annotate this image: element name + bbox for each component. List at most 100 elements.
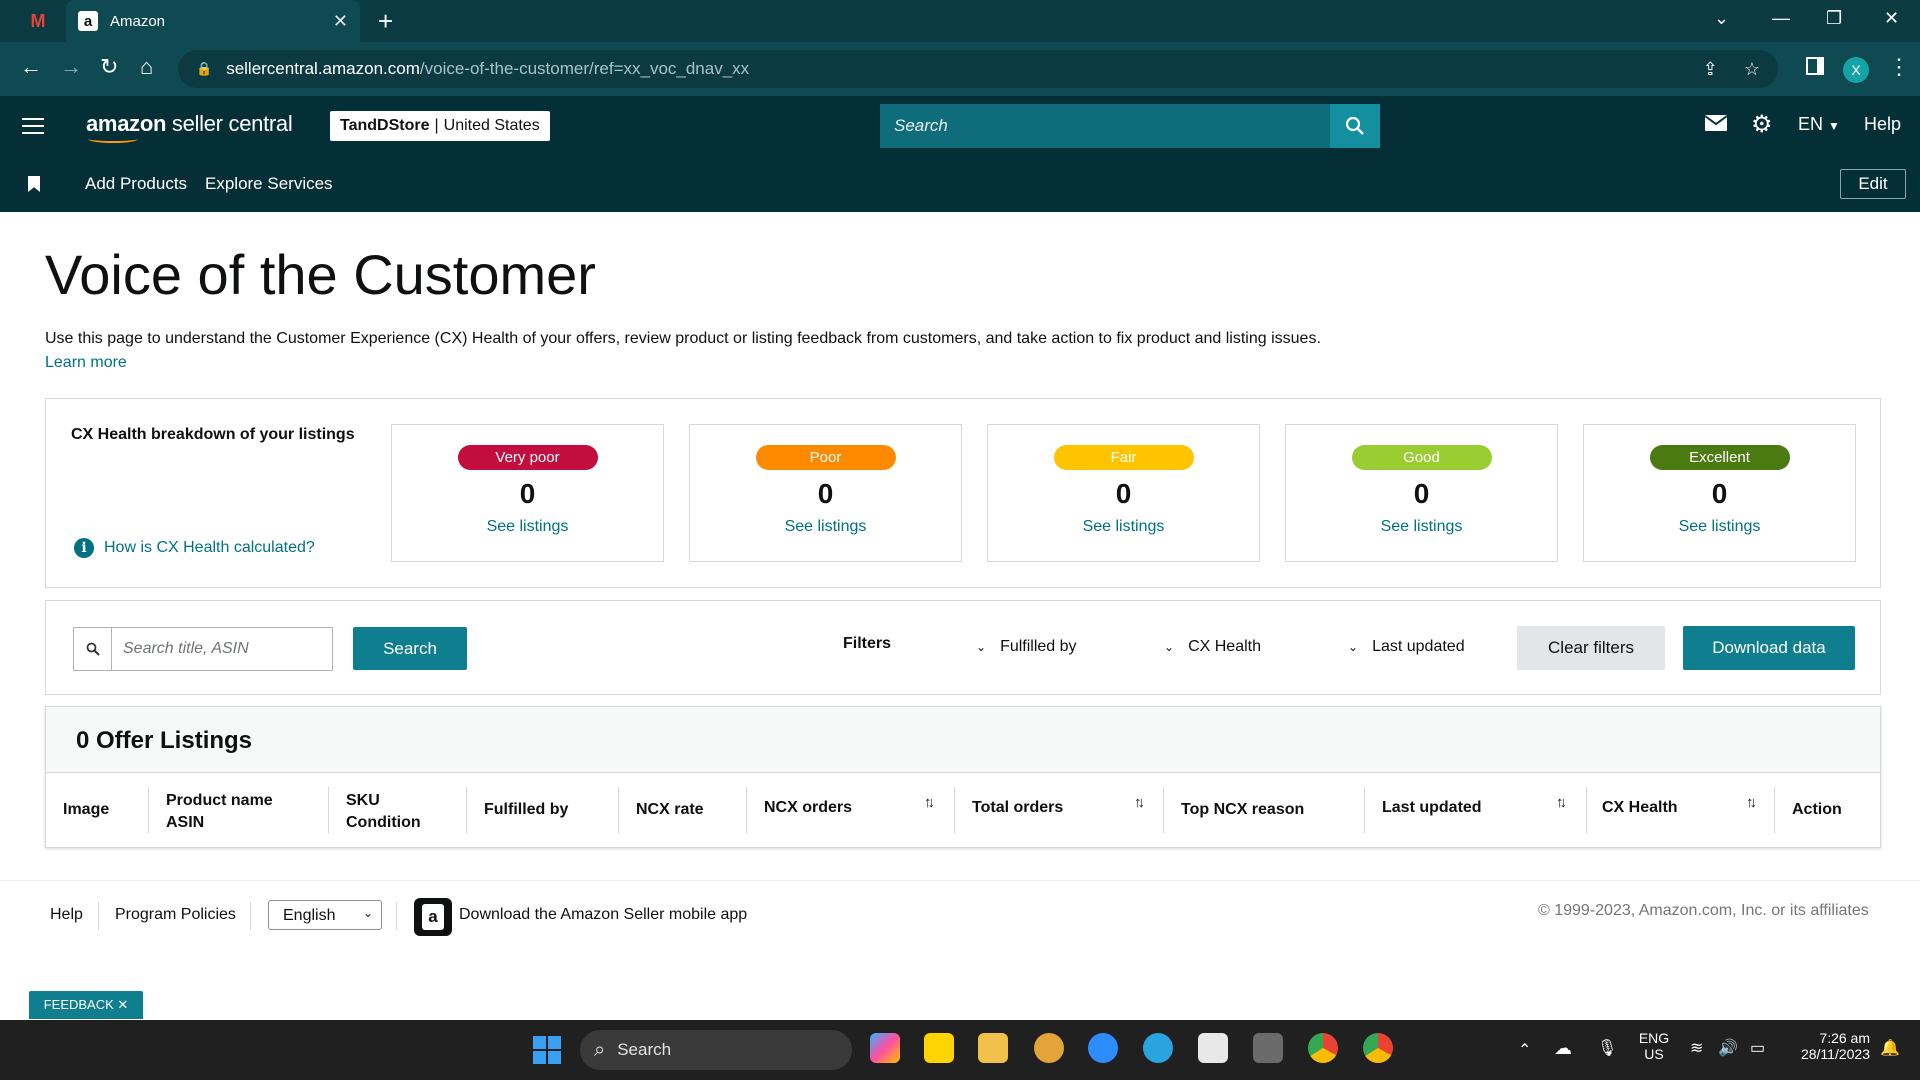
download-app-link[interactable]: Download the Amazon Seller mobile app [459,906,747,924]
notifications-bell-icon[interactable]: 🔔 [1880,1038,1900,1058]
sort-cx-health-icon[interactable]: ↑↓ [1746,794,1757,811]
forward-icon[interactable]: → [60,54,82,80]
seller-central-logo[interactable]: amazon seller central [86,111,293,143]
header-search-button[interactable] [1330,104,1380,148]
footer-language-value: English [283,907,336,924]
microphone-icon[interactable]: 🎙 [1597,1038,1617,1058]
clock[interactable]: 7:26 am 28/11/2023 [1790,1030,1870,1062]
share-icon[interactable]: ⇪ [1703,59,1718,80]
health-badge: Good [1351,445,1492,470]
minimize-icon[interactable]: — [1772,8,1790,29]
last-updated-filter[interactable]: ⌄ Last updated [1348,638,1465,656]
gmail-tab[interactable]: M [24,10,52,32]
volume-icon[interactable]: 🔊 [1718,1038,1738,1058]
fulfilled-by-filter[interactable]: ⌄ Fulfilled by [976,638,1077,656]
see-listings-link[interactable]: See listings [1584,518,1855,536]
battery-icon[interactable]: ▭ [1750,1038,1765,1058]
language-selector[interactable]: EN ▼ [1798,114,1840,135]
profile-avatar[interactable]: X [1843,57,1869,83]
onedrive-icon[interactable]: ☁ [1554,1038,1572,1059]
tab-amazon[interactable]: a Amazon ✕ [66,0,360,42]
sort-ncx-orders-icon[interactable]: ↑↓ [924,794,935,811]
offer-listings-panel: 0 Offer Listings Image Product name ASIN … [45,706,1881,848]
download-data-button[interactable]: Download data [1683,626,1855,670]
input-language[interactable]: ENG US [1638,1030,1670,1062]
header-help-link[interactable]: Help [1864,114,1901,135]
chrome-profile-icon[interactable] [1363,1033,1393,1063]
health-count: 0 [817,478,834,509]
hamburger-menu-icon[interactable] [22,118,44,134]
chrome-icon[interactable] [1308,1033,1338,1063]
snipping-tool-icon[interactable] [1198,1033,1228,1063]
copilot-icon[interactable] [870,1033,900,1063]
chevron-down-icon: ⌄ [1348,640,1359,654]
windows-start-icon[interactable] [533,1036,561,1064]
see-listings-link[interactable]: See listings [988,518,1259,536]
store-switcher[interactable]: TandDStore | United States [330,111,550,141]
health-card-good: Good 0 See listings [1285,424,1558,562]
mail-icon[interactable] [1704,113,1728,138]
cx-health-breakdown-panel: CX Health breakdown of your listings i H… [45,398,1881,588]
sort-last-updated-icon[interactable]: ↑↓ [1556,794,1567,811]
home-icon[interactable]: ⌂ [140,54,153,80]
health-count: 0 [1115,478,1132,509]
col-condition-label: Condition [346,814,421,831]
zoom-icon[interactable] [1088,1033,1118,1063]
search-button[interactable]: Search [353,627,467,670]
footer-help-link[interactable]: Help [50,906,83,924]
seller-app-icon[interactable]: a [414,898,452,936]
language-code: EN [1798,114,1824,134]
reload-icon[interactable]: ↻ [100,54,118,80]
cx-health-help-link[interactable]: i How is CX Health calculated? [74,538,315,558]
new-tab-icon[interactable]: + [378,6,393,37]
bookmark-star-icon[interactable]: ☆ [1744,59,1760,80]
tray-overflow-icon[interactable]: ⌃ [1518,1040,1531,1060]
col-ncx-rate: NCX rate [636,801,704,818]
edit-nav-button[interactable]: Edit [1840,169,1906,199]
cx-health-help-text: How is CX Health calculated? [104,539,315,556]
app-icon[interactable] [1034,1033,1064,1063]
search-icon: ⌕ [594,1038,606,1061]
taskbar-search[interactable]: ⌕ Search [580,1030,852,1070]
sort-total-orders-icon[interactable]: ↑↓ [1134,794,1145,811]
browser-menu-icon[interactable]: ⋮ [1888,54,1910,80]
cx-health-breakdown-title: CX Health breakdown of your listings [71,426,355,443]
listing-search-input[interactable]: Search title, ASIN [73,627,333,671]
logo-rest-text: seller central [166,111,293,136]
restore-icon[interactable]: ❐ [1826,8,1842,29]
side-panel-icon[interactable] [1806,57,1824,75]
back-icon[interactable]: ← [20,54,42,80]
header-search-input[interactable]: Search [880,104,1380,148]
health-card-excellent: Excellent 0 See listings [1583,424,1856,562]
address-bar[interactable]: 🔒 sellercentral.amazon.com /voice-of-the… [178,50,1778,88]
see-listings-link[interactable]: See listings [690,518,961,536]
wifi-icon[interactable]: ≋ [1690,1038,1703,1058]
settings-gear-icon[interactable]: ⚙ [1751,110,1773,139]
url-path: /voice-of-the-customer/ref=xx_voc_dnav_x… [419,59,750,78]
page-description: Use this page to understand the Customer… [45,330,1321,347]
tab-search-chevron-icon[interactable]: ⌄ [1714,8,1729,29]
nav-explore-services[interactable]: Explore Services [205,174,333,194]
see-listings-link[interactable]: See listings [392,518,663,536]
feedback-tab[interactable]: FEEDBACK ✕ [29,991,143,1019]
footer-language-select[interactable]: English ⌄ [268,900,382,930]
learn-more-link[interactable]: Learn more [45,354,127,372]
file-explorer-icon[interactable] [978,1033,1008,1063]
tab-title: Amazon [110,12,166,30]
sticky-notes-icon[interactable] [924,1033,954,1063]
taskbar-search-label: Search [617,1040,672,1059]
see-listings-link[interactable]: See listings [1286,518,1557,536]
clear-filters-button[interactable]: Clear filters [1517,626,1665,670]
telegram-icon[interactable] [1143,1033,1173,1063]
col-action: Action [1792,801,1842,818]
health-count: 0 [1711,478,1728,509]
calculator-icon[interactable] [1253,1033,1283,1063]
store-region: United States [443,117,540,134]
cx-health-filter[interactable]: ⌄ CX Health [1164,638,1261,656]
window-close-icon[interactable]: ✕ [1884,8,1899,29]
close-tab-icon[interactable]: ✕ [333,11,348,32]
nav-add-products[interactable]: Add Products [85,174,187,194]
bookmark-icon[interactable] [28,176,40,192]
filters-label: Filters [843,635,892,652]
program-policies-link[interactable]: Program Policies [115,906,236,924]
